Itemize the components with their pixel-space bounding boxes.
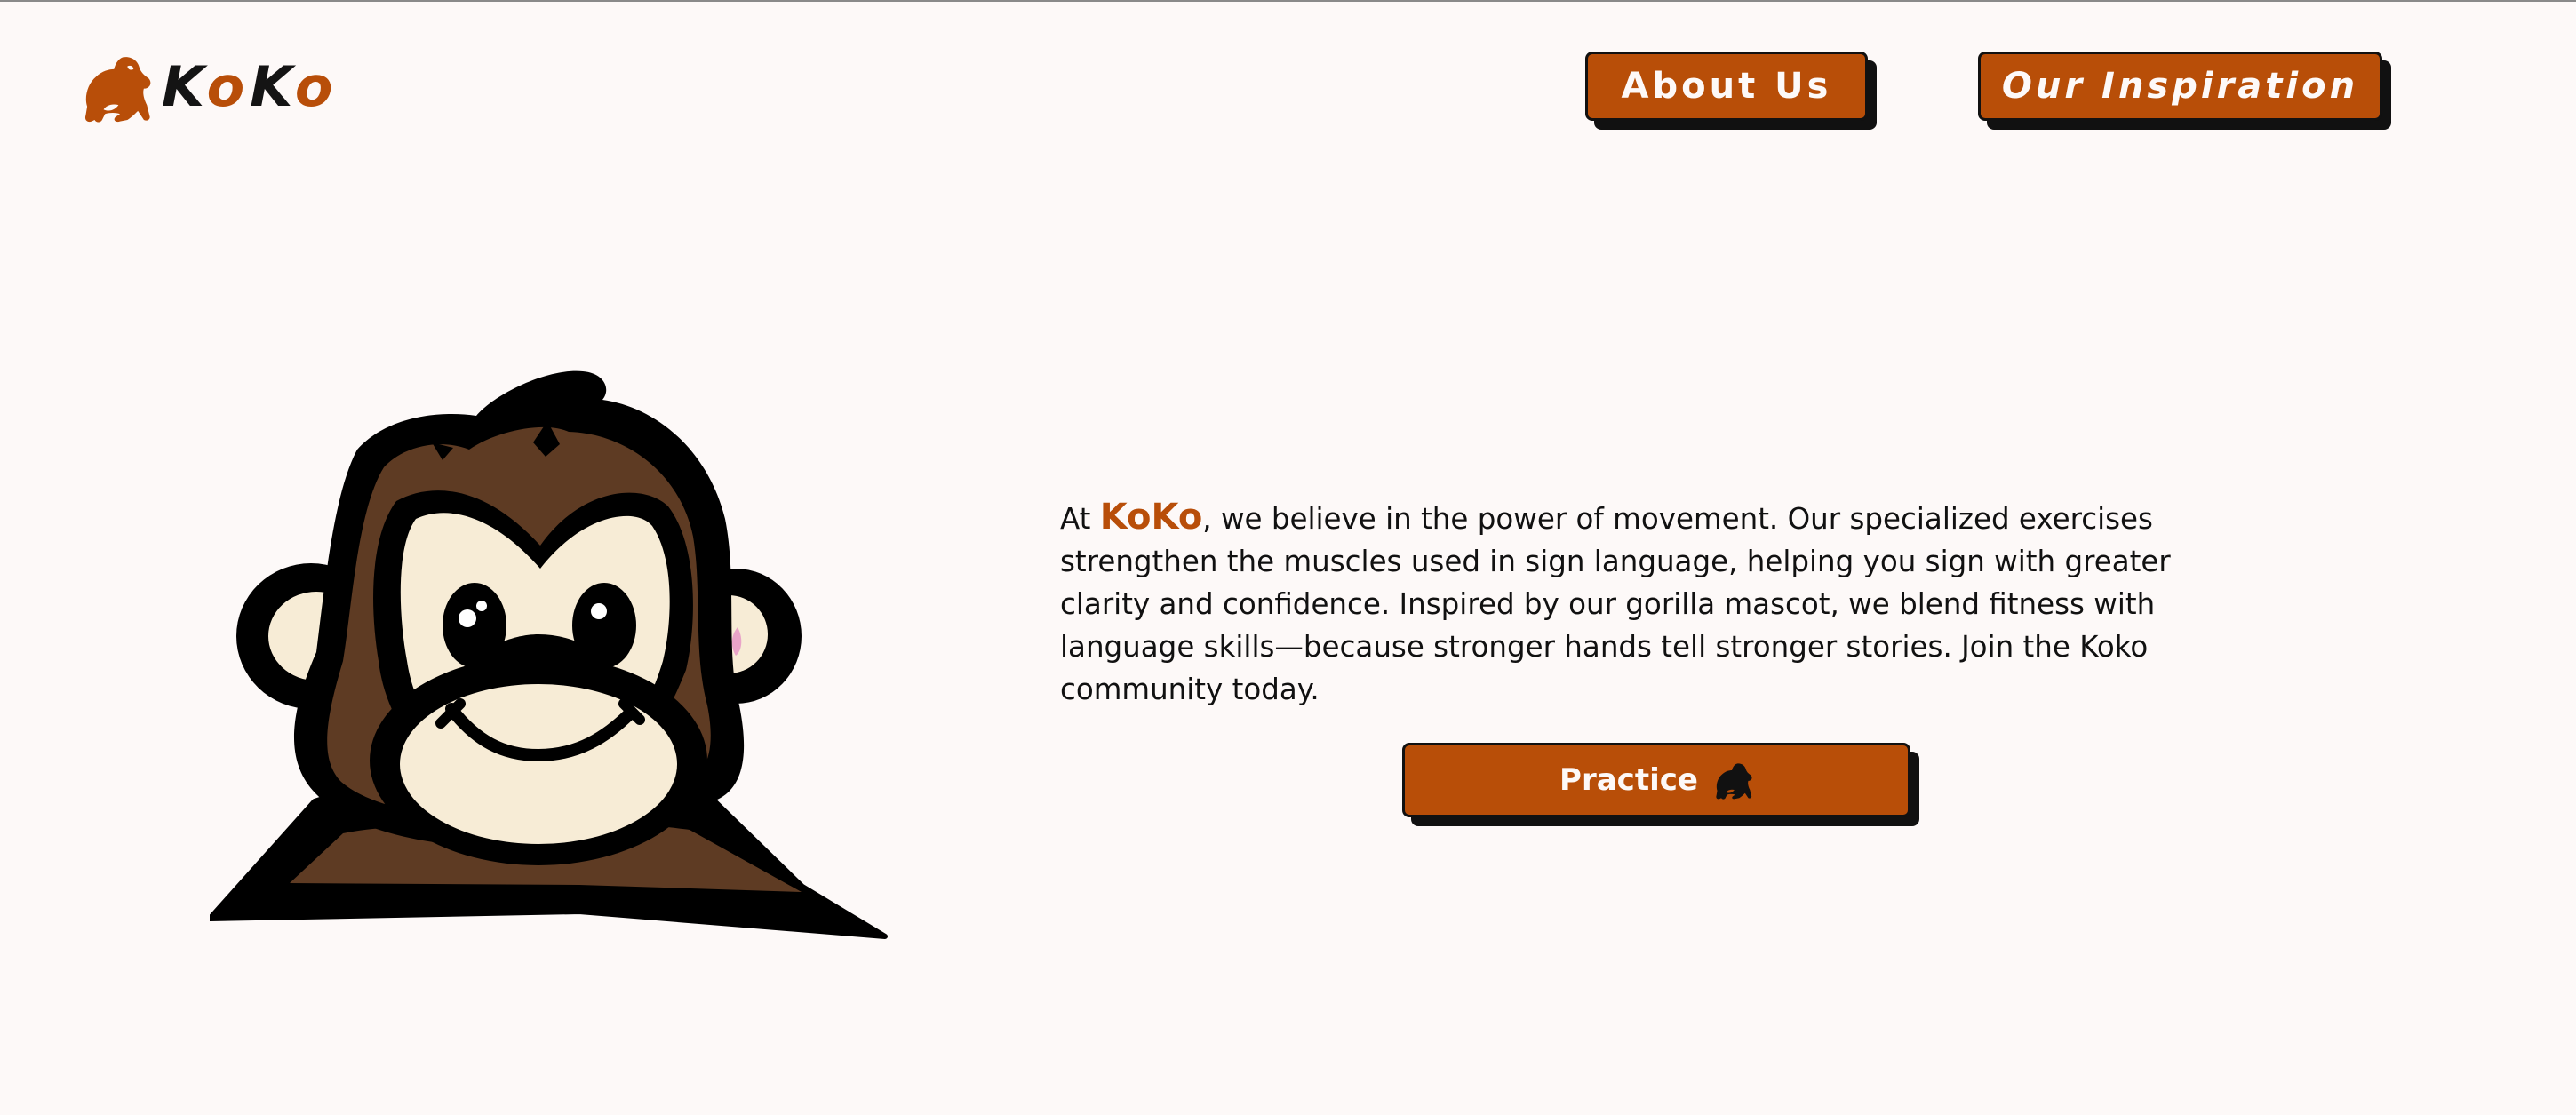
- logo-letter: o: [294, 54, 339, 119]
- logo-letter: o: [206, 54, 251, 119]
- logo-letter: K: [250, 54, 295, 119]
- logo-letter: K: [162, 54, 207, 119]
- logo[interactable]: KoKo: [78, 50, 339, 124]
- intro-body: , we believe in the power of movement. O…: [1060, 502, 2171, 706]
- practice-label: Practice: [1559, 762, 1698, 798]
- brand-name: KoKo: [1099, 497, 1203, 538]
- intro-prefix: At: [1060, 502, 1100, 536]
- intro-paragraph: At KoKo, we believe in the power of move…: [1060, 496, 2251, 711]
- practice-button[interactable]: Practice: [1402, 743, 1910, 817]
- gorilla-mascot-illustration: [210, 370, 888, 939]
- about-us-label: About Us: [1621, 66, 1832, 107]
- logo-wordmark: KoKo: [162, 60, 339, 115]
- our-inspiration-button[interactable]: Our Inspiration: [1978, 52, 2382, 121]
- about-us-button[interactable]: About Us: [1585, 52, 1868, 121]
- gorilla-icon: [1716, 763, 1752, 800]
- our-inspiration-label: Our Inspiration: [2001, 66, 2359, 107]
- gorilla-icon: [84, 57, 151, 123]
